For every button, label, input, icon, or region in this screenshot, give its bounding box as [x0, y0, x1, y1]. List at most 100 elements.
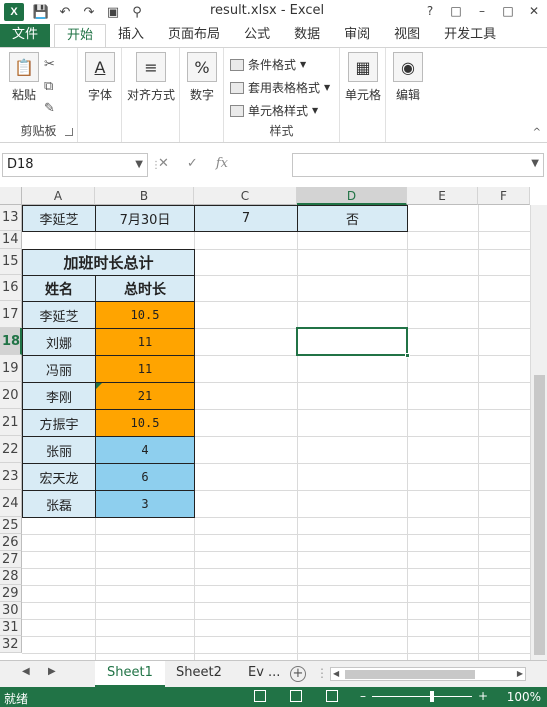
copy-icon[interactable]: ⧉ — [44, 76, 55, 98]
alignment-button[interactable]: ≡ 对齐方式 — [127, 52, 175, 103]
conditional-format-button[interactable]: 条件格式 ▼ — [230, 56, 306, 73]
sheet-tab-sheet2[interactable]: Sheet2 — [164, 661, 234, 687]
zoom-level[interactable]: 100% — [507, 690, 541, 704]
add-sheet-icon[interactable]: + — [290, 666, 306, 682]
expand-formula-bar-icon[interactable]: ▼ — [531, 158, 539, 169]
row-header-13[interactable]: 13 — [0, 205, 22, 231]
row-header-14[interactable]: 14 — [0, 231, 22, 249]
summary-table-title[interactable]: 加班时长总计 — [22, 249, 195, 276]
scroll-left-icon[interactable]: ◀ — [333, 669, 339, 678]
paste-button[interactable]: 📋 粘贴 — [2, 52, 46, 103]
help-icon[interactable]: ? — [417, 0, 443, 24]
cancel-icon[interactable]: ✕ — [158, 156, 169, 171]
active-cell-d18[interactable] — [296, 327, 410, 358]
column-header-c[interactable]: C — [194, 187, 297, 205]
normal-view-icon[interactable] — [254, 690, 266, 702]
row-header-18[interactable]: 18 — [0, 328, 22, 355]
summary-hours-cell[interactable]: 4 — [95, 436, 195, 464]
column-header-f[interactable]: F — [478, 187, 530, 205]
summary-hours-cell[interactable]: 21 — [95, 382, 195, 410]
tab-developer[interactable]: 开发工具 — [432, 24, 508, 48]
row-header-24[interactable]: 24 — [0, 490, 22, 517]
ribbon-display-icon[interactable]: □ — [443, 0, 469, 24]
summary-hours-cell[interactable]: 11 — [95, 355, 195, 383]
prev-sheet-icon[interactable]: ◀ — [22, 666, 30, 677]
row-header-29[interactable]: 29 — [0, 585, 22, 602]
column-header-a[interactable]: A — [22, 187, 95, 205]
row-header-30[interactable]: 30 — [0, 602, 22, 619]
insert-function-icon[interactable]: fx — [216, 156, 228, 171]
summary-header-hours[interactable]: 总时长 — [95, 275, 195, 302]
summary-hours-cell[interactable]: 10.5 — [95, 409, 195, 437]
summary-name-cell[interactable]: 方振宇 — [22, 409, 96, 437]
horizontal-scrollbar[interactable]: ◀ ▶ — [330, 667, 526, 681]
summary-hours-cell[interactable]: 6 — [95, 463, 195, 491]
row-header-26[interactable]: 26 — [0, 534, 22, 551]
summary-name-cell[interactable]: 李延芝 — [22, 301, 96, 329]
worksheet-grid[interactable]: A B C D E F 13 14 15 16 17 18 19 20 21 2… — [0, 187, 547, 660]
name-box-dropdown-icon[interactable]: ▼ — [135, 154, 143, 176]
enter-icon[interactable]: ✓ — [187, 156, 198, 171]
formula-input[interactable]: ▼ — [292, 153, 544, 177]
page-layout-view-icon[interactable] — [290, 690, 302, 702]
row-header-25[interactable]: 25 — [0, 517, 22, 534]
row-header-32[interactable]: 32 — [0, 636, 22, 653]
close-icon[interactable]: ✕ — [521, 0, 547, 24]
maximize-icon[interactable]: □ — [495, 0, 521, 24]
editing-button[interactable]: ◉ 编辑 — [386, 52, 430, 103]
row-header-31[interactable]: 31 — [0, 619, 22, 636]
summary-name-cell[interactable]: 张磊 — [22, 490, 96, 518]
summary-name-cell[interactable]: 冯丽 — [22, 355, 96, 383]
cell-c13[interactable]: 7 — [194, 205, 298, 232]
scroll-right-icon[interactable]: ▶ — [517, 669, 523, 678]
font-button[interactable]: A 字体 — [78, 52, 122, 103]
zoom-out-icon[interactable]: – — [360, 689, 366, 703]
vertical-scrollbar[interactable] — [530, 205, 547, 660]
tab-page-layout[interactable]: 页面布局 — [156, 24, 232, 48]
sheet-tab-sheet1[interactable]: Sheet1 — [95, 661, 165, 687]
cell-b13[interactable]: 7月30日 — [95, 205, 195, 232]
summary-name-cell[interactable]: 刘娜 — [22, 328, 96, 356]
row-header-28[interactable]: 28 — [0, 568, 22, 585]
undo-icon[interactable]: ↶ — [56, 5, 74, 20]
cell-d13[interactable]: 否 — [297, 205, 408, 232]
summary-name-cell[interactable]: 李刚 — [22, 382, 96, 410]
zoom-in-icon[interactable]: + — [478, 689, 488, 703]
row-header-27[interactable]: 27 — [0, 551, 22, 568]
fill-handle[interactable] — [405, 353, 410, 358]
tab-home[interactable]: 开始 — [54, 24, 107, 48]
tab-view[interactable]: 视图 — [382, 24, 432, 48]
summary-hours-cell[interactable]: 3 — [95, 490, 195, 518]
sheet-tab-more[interactable]: Ev ... — [236, 661, 292, 687]
preview-icon[interactable]: ⚲ — [128, 5, 146, 20]
format-as-table-button[interactable]: 套用表格格式 ▼ — [230, 79, 330, 96]
row-header-20[interactable]: 20 — [0, 382, 22, 409]
summary-name-cell[interactable]: 宏天龙 — [22, 463, 96, 491]
row-header-16[interactable]: 16 — [0, 275, 22, 301]
tab-data[interactable]: 数据 — [282, 24, 332, 48]
tab-formulas[interactable]: 公式 — [232, 24, 282, 48]
vertical-scroll-thumb[interactable] — [534, 375, 545, 655]
save-icon[interactable]: 💾 — [32, 5, 50, 20]
row-header-21[interactable]: 21 — [0, 409, 22, 436]
summary-name-cell[interactable]: 张丽 — [22, 436, 96, 464]
row-header-15[interactable]: 15 — [0, 249, 22, 275]
summary-header-name[interactable]: 姓名 — [22, 275, 96, 302]
minimize-icon[interactable]: – — [469, 0, 495, 24]
horizontal-scroll-thumb[interactable] — [345, 670, 475, 679]
number-button[interactable]: % 数字 — [180, 52, 224, 103]
row-header-17[interactable]: 17 — [0, 301, 22, 328]
cell-styles-button[interactable]: 单元格样式 ▼ — [230, 102, 318, 119]
row-header-23[interactable]: 23 — [0, 463, 22, 490]
column-header-b[interactable]: B — [95, 187, 194, 205]
summary-hours-cell[interactable]: 11 — [95, 328, 195, 356]
error-indicator-icon[interactable] — [96, 383, 102, 389]
cut-icon[interactable]: ✂ — [44, 54, 55, 76]
clipboard-launcher-icon[interactable] — [65, 128, 73, 136]
tab-review[interactable]: 审阅 — [332, 24, 382, 48]
redo-icon[interactable]: ↷ — [80, 5, 98, 20]
cell-a13[interactable]: 李延芝 — [22, 205, 96, 232]
tab-insert[interactable]: 插入 — [106, 24, 156, 48]
summary-hours-cell[interactable]: 10.5 — [95, 301, 195, 329]
next-sheet-icon[interactable]: ▶ — [48, 666, 56, 677]
